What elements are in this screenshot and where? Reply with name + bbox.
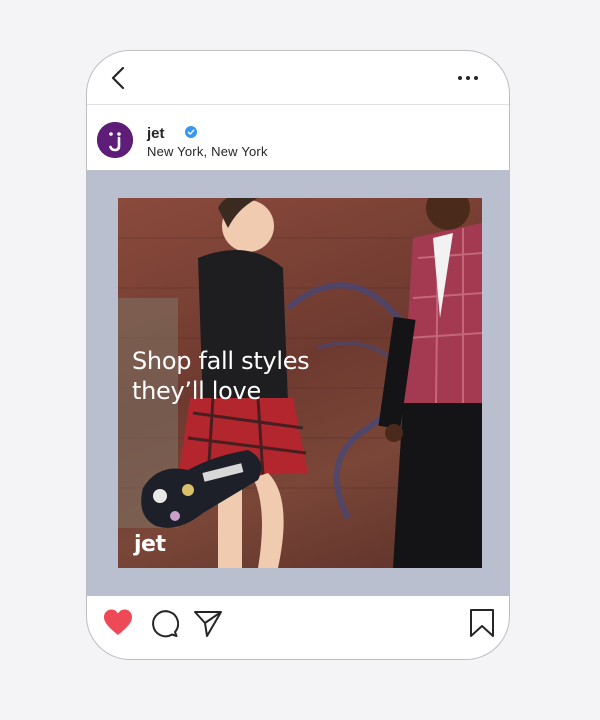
share-icon[interactable]	[193, 608, 223, 638]
more-options-icon[interactable]	[457, 73, 479, 83]
jet-brand-logo: jet	[134, 532, 166, 557]
comment-icon[interactable]	[149, 608, 179, 638]
action-bar	[87, 596, 509, 659]
bookmark-icon[interactable]	[467, 608, 497, 638]
ad-headline-line-2: they’ll love	[132, 377, 261, 405]
jet-logo-icon	[97, 122, 133, 158]
verified-badge-icon	[185, 126, 197, 138]
username[interactable]: jet	[147, 125, 165, 142]
ad-headline: Shop fall styles they’ll love	[132, 346, 362, 406]
top-bar	[87, 51, 509, 105]
ad-headline-line-1: Shop fall styles	[132, 347, 310, 375]
ad-photo: Shop fall styles they’ll love jet	[118, 198, 482, 568]
post-location[interactable]: New York, New York	[147, 144, 268, 159]
heart-icon[interactable]	[103, 608, 133, 638]
post-media[interactable]: Shop fall styles they’ll love jet	[87, 170, 509, 596]
post-card: jet New York, New York Shop fall styles …	[86, 50, 510, 660]
back-icon[interactable]	[109, 65, 131, 91]
avatar[interactable]	[97, 122, 133, 158]
post-header: jet New York, New York	[87, 106, 509, 168]
